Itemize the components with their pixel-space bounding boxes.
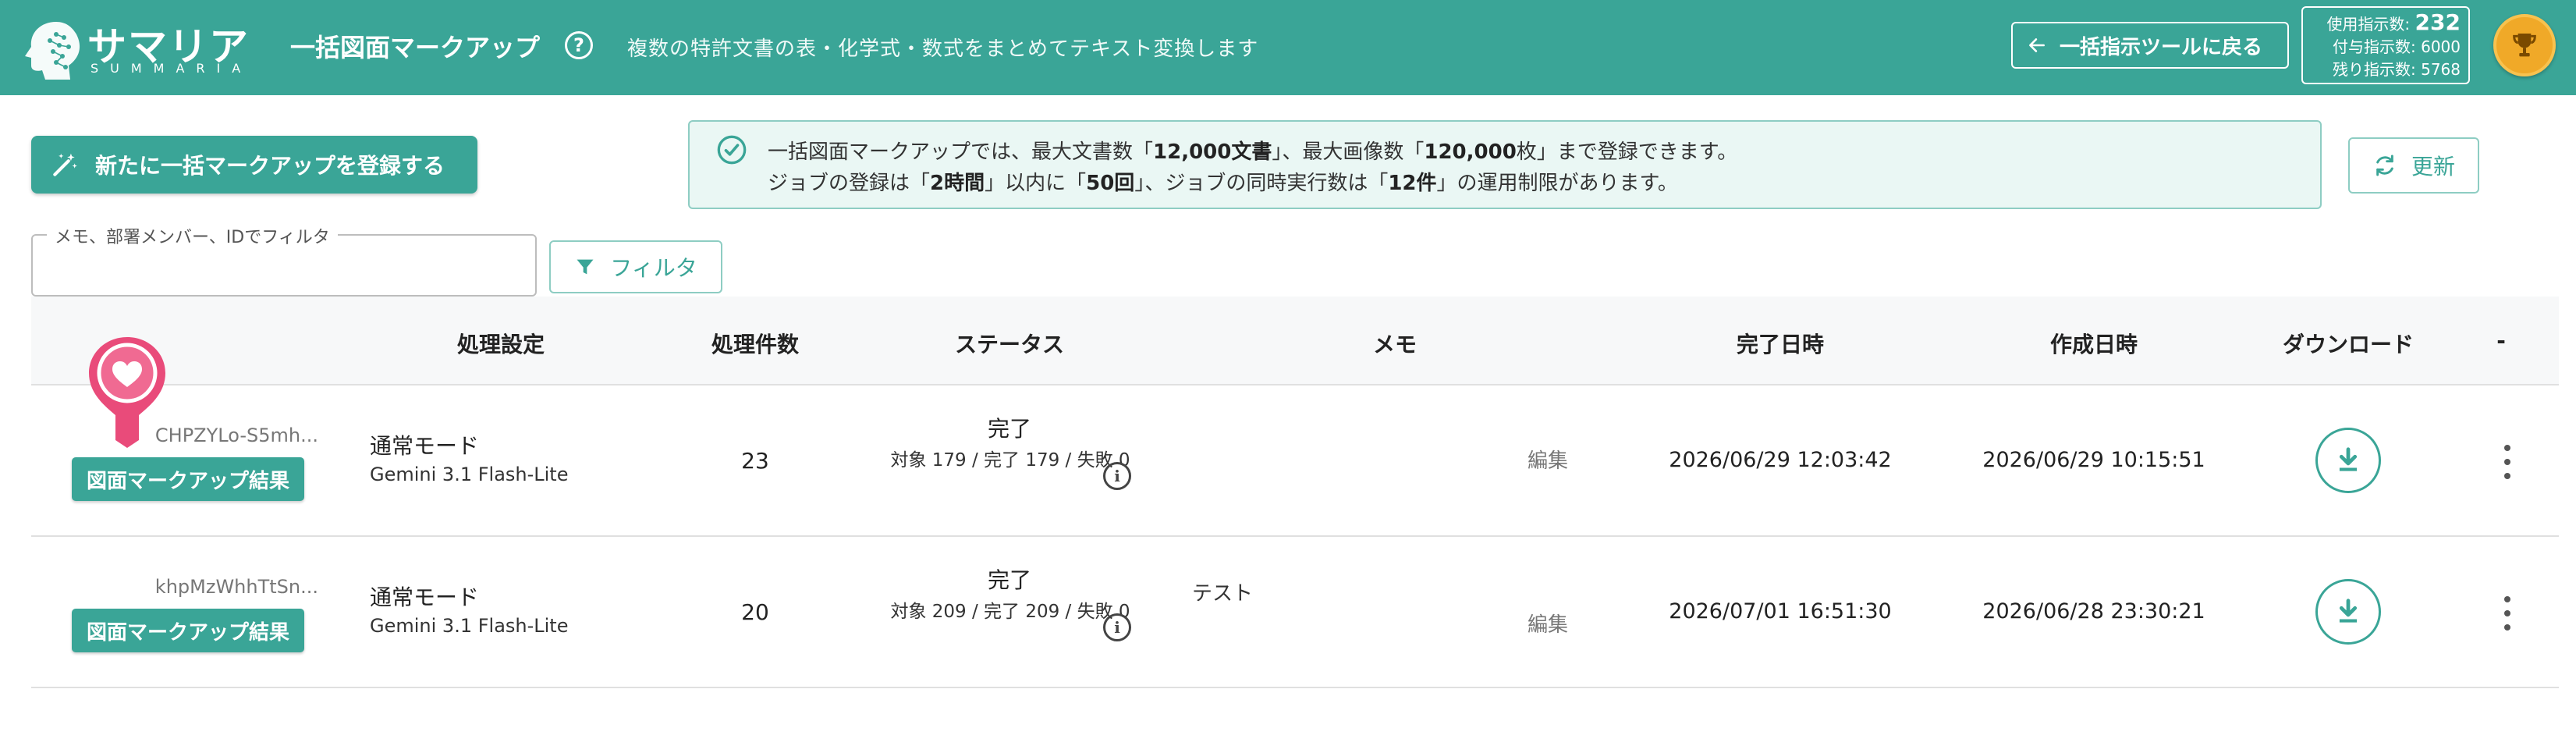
usage-counter: 使用指示数: 232 付与指示数: 6000 残り指示数: 5768 [2301, 6, 2470, 84]
check-circle-icon [717, 135, 747, 165]
job-id: CHPZYLo-S5mh... [154, 425, 318, 446]
processing-mode: 通常モード [370, 433, 480, 459]
trophy-button[interactable] [2493, 14, 2556, 76]
header-done: 完了日時 [1736, 332, 1825, 357]
app-header: サマリア SUMMARIA 一括図面マークアップ ? 複数の特許文書の表・化学式… [0, 0, 2576, 95]
processed-count: 23 [741, 448, 769, 474]
trophy-icon [2513, 34, 2536, 57]
notice-line-1: 一括図面マークアップでは、最大文書数「12,000文書」、最大画像数「120,0… [768, 140, 1738, 164]
register-bulk-markup-button[interactable]: 新たに一括マークアップを登録する [31, 136, 477, 194]
granted-count: 付与指示数: 6000 [2332, 37, 2461, 56]
back-button-label: 一括指示ツールに戻る [2060, 35, 2263, 59]
edit-memo-link[interactable]: 編集 [1528, 445, 1568, 474]
download-button[interactable] [2315, 428, 2381, 493]
edit-memo-link[interactable]: 編集 [1528, 609, 1568, 638]
done-datetime: 2026/07/01 16:51:30 [1669, 599, 1892, 623]
header-download: ダウンロード [2282, 332, 2415, 357]
remaining-count: 残り指示数: 5768 [2332, 60, 2461, 79]
more-vertical-icon[interactable] [2496, 596, 2518, 631]
refresh-button[interactable]: 更新 [2348, 137, 2479, 194]
logo-head-icon [25, 22, 80, 80]
arrow-left-icon [2029, 38, 2045, 52]
logo[interactable]: サマリア SUMMARIA [22, 14, 256, 81]
filter-button[interactable]: フィルタ [549, 240, 722, 293]
download-icon [2339, 447, 2358, 471]
question-circle-icon[interactable]: ? [565, 31, 593, 59]
refresh-button-label: 更新 [2411, 154, 2455, 179]
magic-wand-icon [53, 153, 77, 176]
job-id: khpMzWhhTtSn... [154, 576, 318, 598]
funnel-icon [577, 259, 594, 275]
header-count: 処理件数 [711, 332, 800, 357]
header-more: - [2496, 328, 2506, 353]
filter-field: メモ、部署メンバー、IDでフィルタ [31, 223, 537, 297]
processing-model: Gemini 3.1 Flash-Lite [370, 615, 569, 637]
header-created: 作成日時 [2049, 332, 2138, 357]
usage-limits-notice: 一括図面マークアップでは、最大文書数「12,000文書」、最大画像数「120,0… [688, 120, 2322, 209]
header-memo: メモ [1372, 332, 1418, 357]
page-title: 一括図面マークアップ [290, 33, 541, 62]
markup-result-button[interactable]: 図面マークアップ結果 [72, 609, 304, 652]
heart-pin-icon[interactable] [84, 334, 170, 451]
logo-text-en: SUMMARIA [90, 61, 253, 76]
used-count: 使用指示数: 232 [2326, 9, 2461, 35]
status-label: 完了 [987, 567, 1032, 593]
info-circle-icon[interactable]: i [1103, 613, 1131, 641]
filter-input[interactable] [47, 253, 515, 284]
page-subtitle: 複数の特許文書の表・化学式・数式をまとめてテキスト変換します [627, 37, 1259, 61]
info-circle-icon[interactable]: i [1103, 462, 1131, 490]
filter-button-label: フィルタ [610, 255, 697, 281]
notice-line-2: ジョブの登録は「2時間」以内に「50回」、ジョブの同時実行数は「12件」の運用制… [768, 172, 1678, 195]
filter-field-label: メモ、部署メンバー、IDでフィルタ [47, 223, 338, 248]
status-label: 完了 [987, 416, 1032, 442]
header-status: ステータス [954, 332, 1065, 357]
memo-text: テスト [1192, 582, 1254, 606]
download-icon [2339, 599, 2358, 623]
back-to-bulk-tool-button[interactable]: 一括指示ツールに戻る [2011, 22, 2289, 69]
processed-count: 20 [741, 599, 769, 625]
created-datetime: 2026/06/28 23:30:21 [1982, 599, 2205, 623]
table-header: 処理設定 処理件数 ステータス メモ 完了日時 作成日時 ダウンロード - [31, 297, 2559, 385]
done-datetime: 2026/06/29 12:03:42 [1669, 448, 1892, 472]
created-datetime: 2026/06/29 10:15:51 [1982, 448, 2205, 472]
processing-mode: 通常モード [370, 584, 480, 610]
more-vertical-icon[interactable] [2496, 445, 2518, 479]
markup-result-button[interactable]: 図面マークアップ結果 [72, 457, 304, 501]
table-row: CHPZYLo-S5mh... 図面マークアップ結果 通常モード Gemini … [31, 385, 2559, 537]
register-button-label: 新たに一括マークアップを登録する [95, 153, 445, 179]
table-row: khpMzWhhTtSn... 図面マークアップ結果 通常モード Gemini … [31, 537, 2559, 688]
download-button[interactable] [2315, 579, 2381, 645]
header-setting: 処理設定 [456, 332, 545, 357]
processing-model: Gemini 3.1 Flash-Lite [370, 464, 569, 485]
refresh-icon [2376, 155, 2393, 176]
